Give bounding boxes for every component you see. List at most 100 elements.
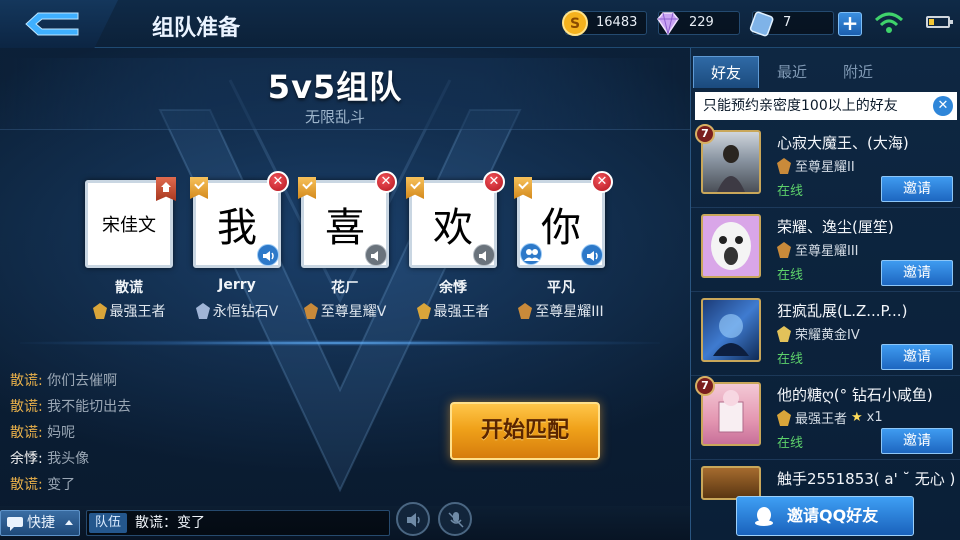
top-bar: 组队准备 S 16483 229 7 + [0,0,960,48]
friend-row: 7 他的糖ღ(° 钻石小咸鱼) 最强王者 ★ x1 在线 邀请 [691,376,960,460]
level-badge: 7 [695,376,715,396]
kick-button[interactable]: ✕ [267,171,289,193]
gold-value: 16483 [596,15,638,30]
friend-row: 7 心寂大魔王、(大海) 至尊星耀II 在线 邀请 [691,124,960,208]
chat-message: 散谎: 变了 [10,477,76,493]
svg-text:S: S [570,16,580,32]
voice-on-icon[interactable] [257,244,279,266]
close-icon: ✕ [488,174,500,189]
start-match-button[interactable]: 开始匹配 [450,402,600,460]
friend-rank: 至尊星耀III [777,240,859,259]
team-slot-5[interactable]: 你 ✕ [514,171,613,268]
slot-name-4: 余悸 [439,280,467,296]
speaker-icon [407,513,420,527]
friend-name: 荣耀、逸尘(厘笙) [777,218,894,236]
back-button[interactable] [0,0,118,48]
mode-subtitle: 无限乱斗 [304,108,365,126]
chat-input-text: 散谎：变了 [135,515,205,531]
slot-name-5: 平凡 [547,280,575,296]
chat-message: 余悸: 我头像 [10,451,90,467]
mic-muted-icon [448,512,464,528]
rank-badge-icon [303,303,318,319]
close-icon[interactable]: ✕ [933,96,953,116]
invite-button[interactable]: 邀请 [881,260,953,286]
friend-name: 心寂大魔王、(大海) [777,134,909,152]
speaker-toggle-button[interactable] [396,502,430,536]
diamond-counter: 229 [657,11,740,36]
home-icon [161,182,171,192]
slot-name-3: 花ㄏ [331,280,359,296]
tab-nearby[interactable]: 附近 [825,56,891,88]
close-icon: ✕ [272,174,284,189]
chat-message: 散谎: 我不能切出去 [10,399,132,415]
invite-button[interactable]: 邀请 [881,344,953,370]
game-screen: 组队准备 S 16483 229 7 + 5v5组队 无限乱斗 宋佳文 散谎 最… [0,0,960,540]
friend-name: 触手2551853( a' ˘ 无心 ) [777,470,956,488]
tab-recent[interactable]: 最近 [759,56,825,88]
wifi-icon [874,12,904,33]
friend-rank: 至尊星耀II [777,156,855,175]
chat-log: 散谎: 你们去催啊 散谎: 我不能切出去 散谎: 妈呢 余悸: 我头像 散谎: … [10,368,270,498]
page-title: 组队准备 [152,16,241,41]
diamond-value: 229 [689,15,714,30]
level-badge: 7 [695,124,715,144]
ticket-counter: 7 [749,11,834,37]
slot-rank-5: 至尊星耀III [491,301,631,321]
back-icon [25,12,79,36]
close-icon: ✕ [596,174,608,189]
recharge-button[interactable]: + [838,12,862,36]
friend-rank: 荣耀黄金IV [777,324,860,343]
voice-off-icon[interactable] [473,244,495,266]
chat-message: 散谎: 妈呢 [10,425,76,441]
avatar [701,298,761,362]
intimacy-notice: 只能预约亲密度100以上的好友 ✕ [695,92,957,120]
friend-row: 荣耀、逸尘(厘笙) 至尊星耀III 在线 邀请 [691,208,960,292]
gold-coin-icon: S [562,10,588,36]
qq-penguin-icon [755,507,773,526]
invite-button[interactable]: 邀请 [881,176,953,202]
mic-toggle-button[interactable] [438,502,472,536]
star-icon: ★ [851,410,863,425]
rank-badge-icon [92,303,107,319]
team-slot-2[interactable]: 我 ✕ [190,171,289,268]
caret-up-icon [65,520,73,525]
chat-input[interactable]: 队伍 散谎：变了 [86,510,390,536]
friend-rank: 最强王者 ★ x1 [777,408,883,427]
divider [20,340,660,346]
friends-tabs: 好友 最近 附近 [691,56,960,88]
invite-button[interactable]: 邀请 [881,428,953,454]
plus-icon: + [841,11,859,35]
friends-panel: 好友 最近 附近 只能预约亲密度100以上的好友 ✕ 7 心寂大魔王、(大海) … [690,48,960,540]
friend-name: 他的糖ღ(° 钻石小咸鱼) [777,386,933,404]
gold-counter: S 16483 [562,10,647,36]
voice-on-icon[interactable] [581,244,603,266]
kick-button[interactable]: ✕ [591,171,613,193]
avatar [701,214,761,278]
voice-off-icon[interactable] [365,244,387,266]
quick-chat-button[interactable]: 快捷 [0,510,80,536]
ticket-value: 7 [783,15,792,30]
friend-row: 狂疯乱展(L.Z...P...) 荣耀黄金IV 在线 邀请 [691,292,960,376]
kick-button[interactable]: ✕ [483,171,505,193]
diamond-icon [657,12,679,36]
team-slot-1[interactable]: 宋佳文 [85,177,176,268]
avatar [701,466,761,500]
slot-name-2: Jerry [218,277,256,293]
rank-badge-icon [777,157,791,174]
rank-badge-icon [416,303,431,319]
rank-badge-icon [777,325,791,342]
rank-badge-icon [777,409,791,426]
team-slot-4[interactable]: 欢 ✕ [406,171,505,268]
online-status: 在线 [777,436,804,451]
close-icon: ✕ [380,174,392,189]
team-slot-3[interactable]: 喜 ✕ [298,171,397,268]
invite-qq-friends-button[interactable]: 邀请QQ好友 [736,496,914,536]
rank-badge-icon [195,303,210,319]
battery-icon [926,16,953,28]
online-status: 在线 [777,352,804,367]
channel-tag[interactable]: 队伍 [89,513,128,533]
tab-friends[interactable]: 好友 [693,56,759,88]
rank-badge-icon [777,241,791,258]
friend-name: 狂疯乱展(L.Z...P...) [777,302,908,320]
kick-button[interactable]: ✕ [375,171,397,193]
